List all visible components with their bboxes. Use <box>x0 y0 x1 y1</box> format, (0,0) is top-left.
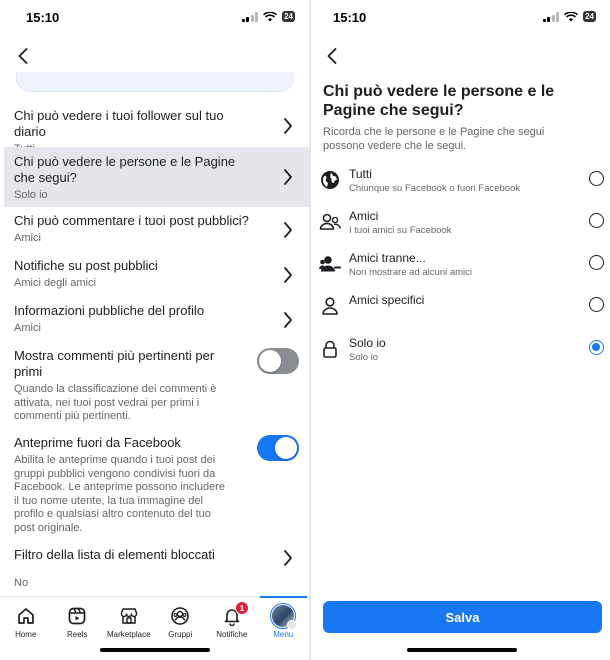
setting-title: Chi può commentare i tuoi post pubblici? <box>14 213 249 228</box>
back-button[interactable] <box>12 44 34 68</box>
lock-icon <box>323 340 337 358</box>
chevron-right-icon <box>284 267 292 283</box>
groups-icon <box>171 607 190 625</box>
chevron-right-icon <box>284 118 292 134</box>
option-label: Amici tranne... <box>349 251 426 265</box>
audience-option-friends[interactable]: Amici I tuoi amici su Facebook <box>311 209 610 249</box>
globe-icon <box>321 171 339 189</box>
setting-title: Chi può vedere i tuoi follower sul tuo d… <box>14 108 224 139</box>
status-time: 15:10 <box>333 10 367 25</box>
chevron-right-icon <box>284 550 292 566</box>
chevron-left-icon <box>18 48 28 64</box>
tab-label: Marketplace <box>106 630 151 639</box>
setting-row-blocked-filter[interactable]: Filtro della lista di elementi bloccati … <box>0 547 309 591</box>
setting-title: Anteprime fuori da Facebook <box>14 435 181 450</box>
chevron-right-icon <box>284 312 292 328</box>
search-bar-remnant <box>16 72 294 92</box>
setting-title: Chi può vedere le persone e le Pagine ch… <box>14 154 236 185</box>
setting-row-public-profile-info[interactable]: Informazioni pubbliche del profilo Amici <box>0 303 309 337</box>
tab-home[interactable]: Home <box>0 597 52 660</box>
option-sublabel: Non mostrare ad alcuni amici <box>349 267 473 278</box>
tab-menu[interactable]: Menu <box>258 596 310 660</box>
setting-title: Informazioni pubbliche del profilo <box>14 303 205 318</box>
tab-notifications[interactable]: 1 Notifiche <box>206 597 258 660</box>
setting-value: Amici degli amici <box>14 277 96 289</box>
option-label: Amici <box>349 209 379 223</box>
setting-value: Solo io <box>14 189 48 201</box>
friends-except-icon <box>319 256 341 272</box>
back-button[interactable] <box>321 44 343 68</box>
chevron-right-icon <box>284 169 292 185</box>
audience-option-only-me[interactable]: Solo io Solo io <box>311 336 610 376</box>
friends-icon <box>319 213 341 230</box>
page-description: Ricorda che le persone e le Pagine che s… <box>323 126 545 152</box>
option-label: Solo io <box>349 336 386 350</box>
cellular-signal-icon <box>542 11 560 22</box>
audience-option-friends-except[interactable]: Amici tranne... Non mostrare ad alcuni a… <box>311 251 610 291</box>
cellular-signal-icon <box>241 11 259 22</box>
home-icon <box>17 608 34 624</box>
notification-badge: 1 <box>235 601 249 615</box>
save-button[interactable]: Salva <box>323 601 602 633</box>
setting-title: Mostra commenti più pertinenti per primi <box>14 348 215 379</box>
setting-row-following[interactable]: Chi può vedere le persone e le Pagine ch… <box>4 147 309 207</box>
option-sublabel: I tuoi amici su Facebook <box>349 225 452 236</box>
home-indicator <box>407 648 517 652</box>
home-indicator <box>100 648 210 652</box>
radio-button[interactable] <box>589 213 604 228</box>
status-bar: 15:10 24 <box>0 0 309 36</box>
audience-option-public[interactable]: Tutti Chiunque su Facebook o fuori Faceb… <box>311 167 610 207</box>
setting-title: Filtro della lista di elementi bloccati <box>14 547 215 562</box>
setting-value: No <box>14 577 29 589</box>
setting-description: Quando la classificazione dei commenti è… <box>14 383 217 422</box>
battery-indicator: 24 <box>282 11 295 22</box>
radio-button[interactable] <box>589 340 604 355</box>
tab-label: Gruppi <box>168 630 193 639</box>
battery-indicator: 24 <box>583 11 596 22</box>
radio-button[interactable] <box>589 297 604 312</box>
wifi-icon <box>263 11 278 21</box>
page-title: Chi può vedere le persone e le Pagine ch… <box>323 83 555 119</box>
marketplace-icon <box>120 608 137 624</box>
tab-label: Reels <box>67 630 88 639</box>
status-time: 15:10 <box>26 10 60 25</box>
wifi-icon <box>564 11 579 21</box>
option-label: Tutti <box>349 167 372 181</box>
option-sublabel: Solo io <box>349 352 379 363</box>
person-icon <box>322 297 338 315</box>
off-facebook-previews-toggle[interactable] <box>257 435 299 461</box>
radio-button[interactable] <box>589 171 604 186</box>
tab-label: Home <box>15 630 37 639</box>
avatar <box>272 605 298 630</box>
setting-value: Amici <box>14 232 41 244</box>
tab-label: Notifiche <box>216 630 248 639</box>
audience-option-specific-friends[interactable]: Amici specifici <box>311 293 610 333</box>
setting-row-public-post-notifications[interactable]: Notifiche su post pubblici Amici degli a… <box>0 258 309 292</box>
chevron-right-icon <box>284 222 292 238</box>
option-sublabel: Chiunque su Facebook o fuori Facebook <box>349 183 521 194</box>
setting-description: Abilita le anteprime quando i tuoi post … <box>14 454 225 534</box>
setting-row-comments[interactable]: Chi può commentare i tuoi post pubblici?… <box>0 213 309 247</box>
reels-icon <box>68 607 86 625</box>
audience-selection-screen: 15:10 24 Chi può vedere le persone e le … <box>311 0 610 660</box>
setting-row-followers[interactable]: Chi può vedere i tuoi follower sul tuo d… <box>0 108 309 155</box>
option-label: Amici specifici <box>349 293 425 307</box>
comment-ranking-toggle[interactable] <box>257 348 299 374</box>
status-bar: 15:10 24 <box>311 0 610 36</box>
privacy-settings-screen: 15:10 24 Chi può vedere i tuoi follower … <box>0 0 309 660</box>
chevron-left-icon <box>327 48 337 64</box>
radio-button[interactable] <box>589 255 604 270</box>
setting-value: Amici <box>14 322 41 334</box>
setting-title: Notifiche su post pubblici <box>14 258 158 273</box>
tab-label: Menu <box>273 630 294 639</box>
tab-reels[interactable]: Reels <box>52 597 104 660</box>
